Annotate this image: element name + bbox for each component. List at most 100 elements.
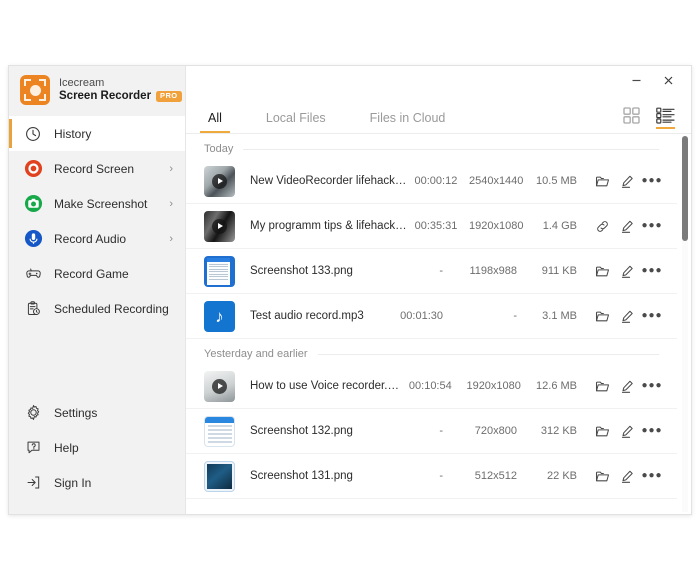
- more-options-icon[interactable]: ●●●: [641, 170, 663, 192]
- list-view-icon[interactable]: [656, 107, 675, 129]
- link-icon[interactable]: [591, 215, 613, 237]
- file-resolution: 1920x1080: [466, 380, 521, 392]
- pencil-icon[interactable]: [616, 260, 638, 282]
- sidebar-nav: History Record Screen › Make Screenshot …: [9, 116, 185, 326]
- pencil-icon[interactable]: [616, 420, 638, 442]
- sidebar-item-record-game[interactable]: Record Game: [9, 256, 185, 291]
- more-options-icon[interactable]: ●●●: [641, 465, 663, 487]
- gear-icon: [23, 403, 43, 423]
- sidebar-item-label: Make Screenshot: [54, 196, 148, 211]
- file-duration: -: [439, 425, 443, 437]
- file-size: 3.1 MB: [542, 310, 577, 322]
- pencil-icon[interactable]: [616, 465, 638, 487]
- camera-icon: [23, 194, 43, 214]
- file-duration: -: [439, 470, 443, 482]
- sidebar-item-record-screen[interactable]: Record Screen ›: [9, 151, 185, 186]
- more-options-icon[interactable]: ●●●: [641, 375, 663, 397]
- file-list-scroll-content: Today New VideoRecorder lifehacks.mp4 00…: [186, 134, 691, 514]
- sidebar: Icecream Screen Recorder PRO History Rec…: [9, 66, 186, 514]
- pencil-icon[interactable]: [616, 215, 638, 237]
- sidebar-item-sign-in[interactable]: Sign In: [9, 465, 185, 500]
- file-duration: 00:10:54: [408, 380, 452, 392]
- folder-icon[interactable]: [591, 420, 613, 442]
- file-size: 1.4 GB: [542, 220, 577, 232]
- table-row[interactable]: How to use Voice recorder.mp4 00:10:54 1…: [186, 364, 677, 409]
- tab-all[interactable]: All: [200, 111, 230, 133]
- sidebar-item-label: Help: [54, 440, 79, 455]
- file-resolution: 512x512: [474, 470, 517, 482]
- file-name: Screenshot 131.png: [250, 470, 353, 482]
- grid-view-icon[interactable]: [623, 107, 640, 129]
- tab-bar: All Local Files Files in Cloud: [186, 94, 691, 134]
- scrollbar-thumb[interactable]: [682, 136, 688, 241]
- file-duration: -: [439, 265, 443, 277]
- table-row[interactable]: Screenshot 131.png - 512x512 22 KB ●●●: [186, 454, 677, 499]
- close-button[interactable]: [653, 68, 683, 92]
- sidebar-item-make-screenshot[interactable]: Make Screenshot ›: [9, 186, 185, 221]
- pencil-icon[interactable]: [616, 305, 638, 327]
- row-actions: ●●●: [591, 170, 663, 192]
- scrollbar-track[interactable]: [682, 136, 688, 512]
- clock-icon: [23, 124, 43, 144]
- chevron-right-icon: ›: [169, 232, 173, 245]
- sign-in-icon: [23, 473, 43, 493]
- sidebar-item-label: History: [54, 126, 92, 141]
- screenshot-thumbnail: [204, 415, 235, 447]
- minimize-button[interactable]: [621, 68, 651, 92]
- file-size: 12.6 MB: [536, 380, 577, 392]
- file-name: Test audio record.mp3: [250, 310, 364, 322]
- sidebar-item-label: Record Screen: [54, 161, 135, 176]
- file-resolution: 1198x988: [469, 265, 517, 277]
- record-icon: [23, 159, 43, 179]
- file-name: Screenshot 132.png: [250, 425, 353, 437]
- folder-icon[interactable]: [591, 305, 613, 327]
- file-duration: 00:01:30: [400, 310, 443, 322]
- table-row[interactable]: My programm tips & lifehacks.mp4 00:35:3…: [186, 204, 677, 249]
- file-resolution: 2540x1440: [468, 175, 524, 187]
- section-header-yesterday: Yesterday and earlier: [186, 339, 677, 364]
- folder-icon[interactable]: [591, 375, 613, 397]
- table-row[interactable]: Screenshot 133.png - 1198x988 911 KB ●●●: [186, 249, 677, 294]
- row-actions: ●●●: [591, 375, 663, 397]
- help-icon: [23, 438, 43, 458]
- section-divider: [317, 353, 659, 355]
- sidebar-item-history[interactable]: History: [9, 116, 185, 151]
- sidebar-item-label: Scheduled Recording: [54, 301, 169, 316]
- file-resolution: 1920x1080: [469, 220, 524, 232]
- pencil-icon[interactable]: [616, 375, 638, 397]
- table-row[interactable]: New VideoRecorder lifehacks.mp4 00:00:12…: [186, 159, 677, 204]
- file-size: 911 KB: [541, 265, 577, 277]
- more-options-icon[interactable]: ●●●: [641, 420, 663, 442]
- row-actions: ●●●: [591, 305, 663, 327]
- chevron-right-icon: ›: [169, 162, 173, 175]
- section-header-today: Today: [186, 134, 677, 159]
- section-title: Today: [204, 143, 234, 155]
- view-toggle-group: [623, 107, 675, 133]
- more-options-icon[interactable]: ●●●: [641, 305, 663, 327]
- microphone-icon: [23, 229, 43, 249]
- row-actions: ●●●: [591, 420, 663, 442]
- pencil-icon[interactable]: [616, 170, 638, 192]
- sidebar-item-label: Settings: [54, 405, 98, 420]
- folder-icon[interactable]: [591, 260, 613, 282]
- folder-icon[interactable]: [591, 170, 613, 192]
- table-row[interactable]: Screenshot 132.png - 720x800 312 KB ●●●: [186, 409, 677, 454]
- title-bar: [186, 66, 691, 94]
- sidebar-item-scheduled-recording[interactable]: Scheduled Recording: [9, 291, 185, 326]
- app-window: Icecream Screen Recorder PRO History Rec…: [8, 65, 692, 515]
- file-size: 22 KB: [547, 470, 577, 482]
- sidebar-item-record-audio[interactable]: Record Audio ›: [9, 221, 185, 256]
- sidebar-item-help[interactable]: Help: [9, 430, 185, 465]
- table-row[interactable]: ♪ Test audio record.mp3 00:01:30 - 3.1 M…: [186, 294, 677, 339]
- file-resolution: 720x800: [474, 425, 517, 437]
- tab-files-in-cloud[interactable]: Files in Cloud: [366, 111, 450, 133]
- folder-icon[interactable]: [591, 465, 613, 487]
- more-options-icon[interactable]: ●●●: [641, 215, 663, 237]
- sidebar-item-settings[interactable]: Settings: [9, 395, 185, 430]
- file-name: How to use Voice recorder.mp4: [250, 380, 400, 392]
- brand-header: Icecream Screen Recorder PRO: [9, 66, 185, 114]
- more-options-icon[interactable]: ●●●: [641, 260, 663, 282]
- brand-product: Screen Recorder: [59, 89, 152, 102]
- tab-local-files[interactable]: Local Files: [262, 111, 330, 133]
- brand-name: Icecream: [59, 77, 105, 90]
